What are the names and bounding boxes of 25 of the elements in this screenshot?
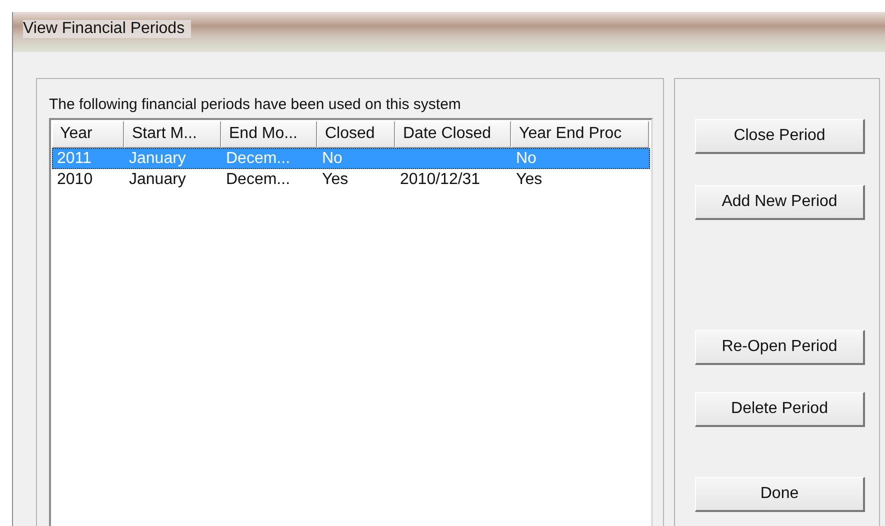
table-cell: Decem...	[226, 170, 290, 188]
table-cell: Yes	[516, 170, 542, 188]
window-title: View Financial Periods	[23, 20, 191, 38]
caption-text: The following financial periods have been used on this system	[49, 96, 462, 113]
table-cell: 2010	[57, 170, 93, 188]
table-row[interactable]: 2010 January Decem... Yes 2010/12/31 Yes	[52, 169, 650, 190]
action-button[interactable]: Re-Open Period	[695, 330, 865, 365]
action-button[interactable]: Close Period	[695, 119, 865, 154]
table-cell: January	[129, 170, 186, 188]
table-cell: 2011	[57, 150, 92, 166]
column-header[interactable]: Year End Proc	[511, 121, 649, 148]
column-header[interactable]: Year	[52, 121, 124, 148]
table-cell: No	[322, 150, 342, 166]
action-button[interactable]: Done	[695, 477, 865, 512]
action-button[interactable]: Delete Period	[695, 392, 865, 427]
table-cell: Decem...	[226, 150, 290, 166]
table-cell: Yes	[322, 170, 348, 188]
table-cell: 2010/12/31	[400, 170, 480, 188]
column-header[interactable]: Start M...	[124, 121, 221, 148]
column-header[interactable]: Closed	[317, 121, 395, 148]
table-cell: January	[129, 150, 186, 166]
column-header[interactable]: Date Closed	[395, 121, 511, 148]
column-header[interactable]: End Mo...	[221, 121, 317, 148]
action-button[interactable]: Add New Period	[695, 185, 865, 220]
table-cell: No	[516, 150, 536, 166]
